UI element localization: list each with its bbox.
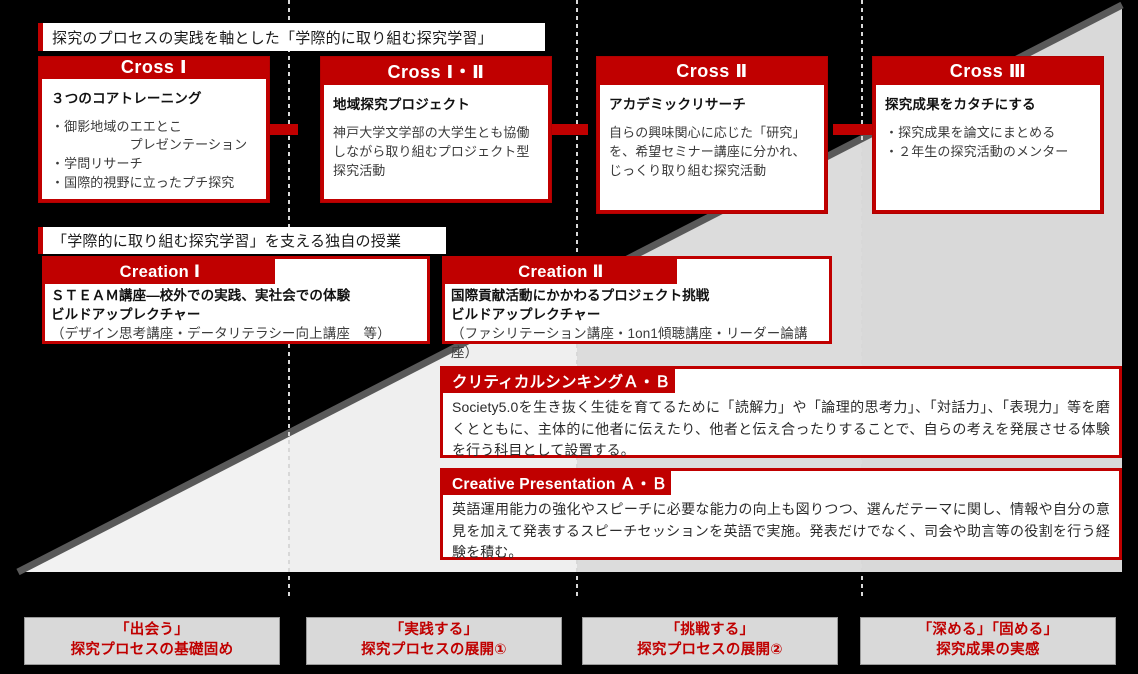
- caption-middle: 「学際的に取り組む探究学習」を支える独自の授業: [38, 227, 446, 254]
- creation-card-2-header: Creation Ⅱ: [445, 259, 677, 284]
- cross-card-3-text: 自らの興味関心に応じた「研究」を、希望セミナー講座に分かれ、じっくり取り組む探究…: [609, 125, 806, 178]
- connector-3-4: [833, 124, 877, 135]
- cross-card-3-header: Cross Ⅱ: [676, 60, 748, 81]
- cross-card-4-title: 探究成果をカタチにする: [885, 97, 1036, 112]
- stage-box-1-line1: 「出会う」: [115, 622, 189, 639]
- creative-presentation-card[interactable]: Creative Presentation Ａ・Ｂ 英語運用能力の強化やスピーチ…: [440, 468, 1122, 560]
- cross-card-4[interactable]: Cross Ⅲ 探究成果をカタチにする ・探究成果を論文にまとめる ・２年生の探…: [872, 56, 1104, 214]
- cross-card-3-title: アカデミックリサーチ: [609, 97, 746, 112]
- stage-box-1[interactable]: 「出会う」 探究プロセスの基礎固め: [24, 617, 280, 665]
- cross-card-2-text: 神戸大学文学部の大学生とも協働しながら取り組むプロジェクト型探究活動: [333, 125, 530, 178]
- stage-box-3-line2: 探究プロセスの展開②: [637, 642, 783, 658]
- cross-card-1-title: ３つのコアトレーニング: [51, 90, 202, 106]
- cross-card-4-body: 探究成果をカタチにする ・探究成果を論文にまとめる ・２年生の探究活動のメンター: [876, 85, 1100, 210]
- stage-box-4[interactable]: 「深める」「固める」 探究成果の実感: [860, 617, 1116, 665]
- cross-card-3-body: アカデミックリサーチ 自らの興味関心に応じた「研究」を、希望セミナー講座に分かれ…: [600, 85, 824, 210]
- stage-box-1-line2: 探究プロセスの基礎固め: [70, 642, 234, 658]
- stage-box-4-line1: 「深める」「固める」: [917, 622, 1059, 639]
- cross-card-4-header: Cross Ⅲ: [949, 60, 1027, 81]
- creation-card-1-line2: ビルドアップレクチャー: [51, 307, 201, 323]
- cross-card-4-text: ・探究成果を論文にまとめる ・２年生の探究活動のメンター: [885, 125, 1069, 159]
- creation-card-2-line2: ビルドアップレクチャー: [451, 307, 601, 323]
- critical-thinking-header: クリティカルシンキングＡ・Ｂ: [443, 369, 675, 393]
- stage-box-3-line1: 「挑戦する」: [665, 622, 755, 639]
- cross-card-1-header: Cross Ⅰ: [120, 57, 188, 78]
- creation-card-1-line1: ＳＴＥＡＭ講座―校外での実践、実社会での体験: [51, 288, 351, 303]
- cross-card-1[interactable]: Cross Ⅰ ３つのコアトレーニング ・御影地域のエエとこ プレゼンテーション…: [38, 56, 270, 203]
- creation-card-2[interactable]: Creation Ⅱ 国際貢献活動にかかわるプロジェクト挑戦 ビルドアップレクチ…: [442, 256, 832, 360]
- cross-card-2-body: 地域探究プロジェクト 神戸大学文学部の大学生とも協働しながら取り組むプロジェクト…: [324, 85, 548, 199]
- cross-card-2-header: Cross Ⅰ・Ⅱ: [387, 62, 485, 82]
- cross-card-3[interactable]: Cross Ⅱ アカデミックリサーチ 自らの興味関心に応じた「研究」を、希望セミ…: [596, 56, 828, 214]
- creation-card-1-line3: （デザイン思考講座・データリテラシー向上講座 等）: [51, 326, 391, 342]
- stage-box-2[interactable]: 「実践する」 探究プロセスの展開①: [306, 617, 562, 665]
- creation-card-1[interactable]: Creation Ⅰ ＳＴＥＡＭ講座―校外での実践、実社会での体験 ビルドアップ…: [42, 256, 430, 344]
- stage-box-4-line2: 探究成果の実感: [936, 642, 1040, 658]
- stage-box-2-line1: 「実践する」: [389, 622, 479, 639]
- diagram-canvas: 探究のプロセスの実践を軸とした「学際的に取り組む探究学習」 Cross Ⅰ ３つ…: [0, 0, 1138, 674]
- cross-card-1-body: ３つのコアトレーニング ・御影地域のエエとこ プレゼンテーション ・学問リサーチ…: [42, 78, 266, 199]
- cross-card-1-text: ・御影地域のエエとこ プレゼンテーション ・学問リサーチ ・国際的視野に立ったプ…: [51, 118, 248, 191]
- cross-card-2[interactable]: Cross Ⅰ・Ⅱ 地域探究プロジェクト 神戸大学文学部の大学生とも協働しながら…: [320, 56, 552, 203]
- stage-box-3[interactable]: 「挑戦する」 探究プロセスの展開②: [582, 617, 838, 665]
- critical-thinking-card[interactable]: クリティカルシンキングＡ・Ｂ Society5.0を生き抜く生徒を育てるために「…: [440, 366, 1122, 458]
- cross-card-2-title: 地域探究プロジェクト: [333, 97, 470, 112]
- stage-box-2-line2: 探究プロセスの展開①: [361, 642, 507, 658]
- creation-card-1-header: Creation Ⅰ: [45, 259, 275, 284]
- creation-card-2-line3: （ファシリテーション講座・1on1傾聴講座・リーダー論講座）: [451, 326, 808, 361]
- creative-presentation-header: Creative Presentation Ａ・Ｂ: [443, 471, 671, 495]
- creation-card-2-line1: 国際貢献活動にかかわるプロジェクト挑戦: [451, 288, 710, 303]
- caption-top: 探究のプロセスの実践を軸とした「学際的に取り組む探究学習」: [38, 23, 545, 51]
